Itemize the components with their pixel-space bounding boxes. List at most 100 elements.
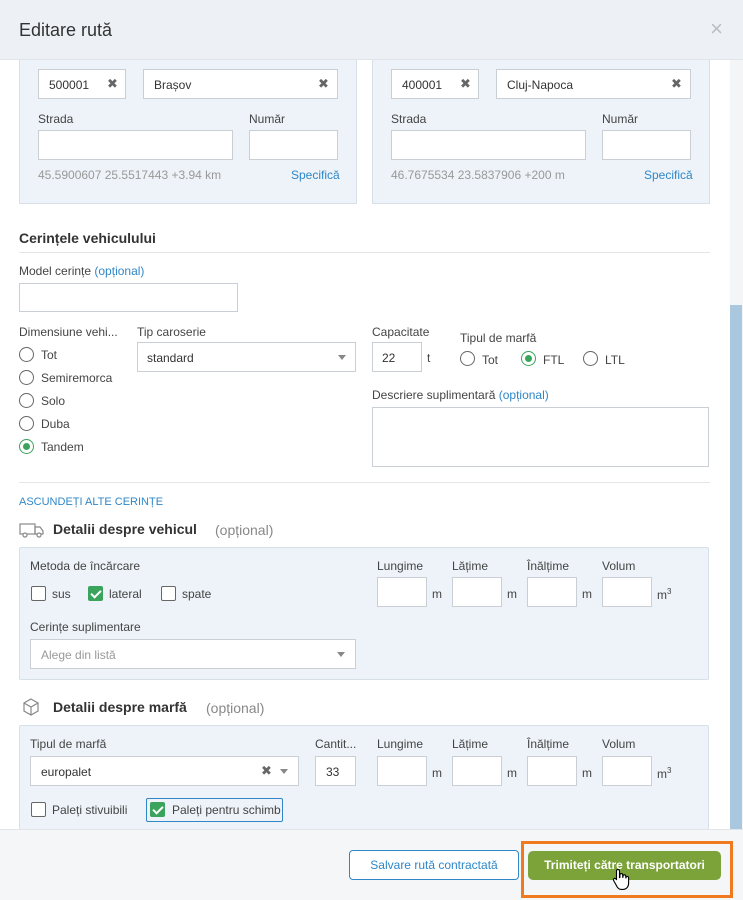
model-requirements-label: Model cerințe (opțional) — [19, 264, 145, 278]
pickup-specify-link[interactable]: Specifică — [291, 168, 340, 182]
unit-m3: m3 — [657, 766, 672, 781]
pickup-number-label: Număr — [249, 112, 286, 126]
vehicle-details-optional: (opțional) — [215, 522, 274, 538]
delivery-number-input[interactable] — [602, 130, 691, 160]
dimension-radio-semiremorca[interactable] — [19, 370, 34, 385]
cargo-option-label: FTL — [543, 353, 565, 367]
cargo-radio-ltl[interactable] — [583, 351, 598, 366]
cargo-width-label: Lățime — [452, 737, 489, 751]
stackable-pallets-label: Paleți stivuibili — [52, 803, 128, 817]
dimension-option-label: Semiremorca — [41, 371, 113, 385]
cargo-details-optional: (opțional) — [206, 700, 265, 716]
cargo-length-label: Lungime — [377, 737, 424, 751]
vehicle-volume-label: Volum — [602, 559, 636, 573]
delivery-city-input[interactable]: Cluj-Napoca ✖ — [496, 69, 691, 99]
extra-requirements-select[interactable]: Alege din listă — [30, 639, 356, 669]
modal-header: Editare rută × — [0, 0, 743, 60]
unit-m: m — [432, 587, 442, 601]
scrollbar-thumb[interactable] — [730, 305, 742, 830]
extra-description-textarea[interactable] — [372, 407, 709, 467]
loading-option-label: sus — [52, 587, 71, 601]
delivery-number-label: Număr — [602, 112, 639, 126]
dimension-radio-tot[interactable] — [19, 347, 34, 362]
cargo-height-label: Înălțime — [527, 737, 570, 751]
clear-icon[interactable]: ✖ — [107, 76, 118, 92]
unit-m: m — [432, 766, 442, 780]
cargo-volume-input[interactable] — [602, 756, 652, 786]
clear-icon[interactable]: ✖ — [460, 76, 471, 92]
vehicle-width-input[interactable] — [452, 577, 502, 607]
extra-description-label: Descriere suplimentară (opțional) — [372, 388, 549, 402]
chevron-down-icon — [337, 652, 345, 657]
cargo-height-input[interactable] — [527, 756, 577, 786]
vehicle-height-input[interactable] — [527, 577, 577, 607]
unit-m: m — [507, 587, 517, 601]
pickup-postal-code-value: 500001 — [49, 78, 90, 92]
cargo-type-value: europalet — [41, 765, 92, 779]
clear-icon[interactable]: ✖ — [261, 763, 272, 779]
clear-icon[interactable]: ✖ — [671, 76, 682, 92]
exchange-pallets-label: Paleți pentru schimb — [172, 803, 281, 817]
cargo-width-input[interactable] — [452, 756, 502, 786]
pickup-street-label: Strada — [38, 112, 74, 126]
dimension-radio-duba[interactable] — [19, 416, 34, 431]
capacity-value: 22 — [382, 351, 396, 365]
pickup-postal-code-input[interactable]: 500001 ✖ — [38, 69, 126, 99]
pickup-street-input[interactable] — [38, 130, 233, 160]
loading-option-label: lateral — [109, 587, 142, 601]
body-type-select[interactable]: standard — [137, 342, 356, 372]
pickup-city-value: Brașov — [154, 78, 192, 92]
body-type-label: Tip caroserie — [137, 325, 206, 339]
vehicle-length-input[interactable] — [377, 577, 427, 607]
quantity-input[interactable]: 33 — [315, 756, 356, 786]
truck-icon — [19, 522, 45, 541]
pickup-coordinates: 45.5900607 25.5517443 +3.94 km — [38, 168, 222, 182]
stackable-pallets-checkbox[interactable] — [31, 802, 46, 817]
delivery-specify-link[interactable]: Specifică — [644, 168, 693, 182]
cargo-type-label: Tipul de marfă — [30, 737, 107, 751]
model-requirements-input[interactable] — [19, 283, 238, 312]
unit-m3: m3 — [657, 587, 672, 602]
dimension-radio-solo[interactable] — [19, 393, 34, 408]
pickup-number-input[interactable] — [249, 130, 338, 160]
clear-icon[interactable]: ✖ — [318, 76, 329, 92]
delivery-city-value: Cluj-Napoca — [507, 78, 574, 92]
delivery-coordinates: 46.7675534 23.5837906 +200 m — [391, 168, 565, 182]
cargo-type-select[interactable]: europalet ✖ — [30, 756, 299, 786]
vehicle-height-label: Înălțime — [527, 559, 570, 573]
vehicle-dimension-label: Dimensiune vehi... — [19, 325, 118, 339]
capacity-unit: t — [427, 351, 431, 365]
quantity-label: Cantit... — [315, 737, 357, 751]
cargo-length-input[interactable] — [377, 756, 427, 786]
unit-m: m — [507, 766, 517, 780]
pickup-city-input[interactable]: Brașov ✖ — [143, 69, 338, 99]
delivery-postal-code-input[interactable]: 400001 ✖ — [391, 69, 479, 99]
loading-sus-checkbox[interactable] — [31, 586, 46, 601]
divider — [19, 482, 710, 483]
extra-requirements-placeholder: Alege din listă — [41, 648, 116, 662]
chevron-down-icon — [338, 355, 346, 360]
exchange-pallets-checkbox[interactable] — [150, 802, 165, 817]
cargo-radio-tot[interactable] — [460, 351, 475, 366]
vehicle-volume-input[interactable] — [602, 577, 652, 607]
unit-m: m — [582, 587, 592, 601]
capacity-input[interactable]: 22 — [372, 342, 422, 372]
save-contracted-route-button[interactable]: Salvare rută contractată — [349, 850, 519, 880]
vehicle-width-label: Lățime — [452, 559, 489, 573]
vehicle-details-title: Detalii despre vehicul — [53, 521, 197, 537]
cargo-option-label: Tot — [482, 353, 499, 367]
cargo-radio-ftl[interactable] — [521, 351, 536, 366]
dimension-option-label: Tandem — [41, 440, 84, 454]
delivery-postal-code-value: 400001 — [402, 78, 443, 92]
close-icon[interactable]: × — [710, 16, 723, 42]
hide-requirements-link[interactable]: ASCUNDEȚI ALTE CERINȚE — [19, 496, 163, 508]
hand-cursor-icon — [612, 868, 630, 893]
delivery-street-input[interactable] — [391, 130, 586, 160]
chevron-down-icon — [280, 769, 288, 774]
loading-spate-checkbox[interactable] — [161, 586, 176, 601]
capacity-label: Capacitate — [372, 325, 430, 339]
dimension-radio-tandem[interactable] — [19, 439, 34, 454]
loading-lateral-checkbox[interactable] — [88, 586, 103, 601]
vehicle-length-label: Lungime — [377, 559, 424, 573]
modal-title: Editare rută — [19, 20, 113, 40]
